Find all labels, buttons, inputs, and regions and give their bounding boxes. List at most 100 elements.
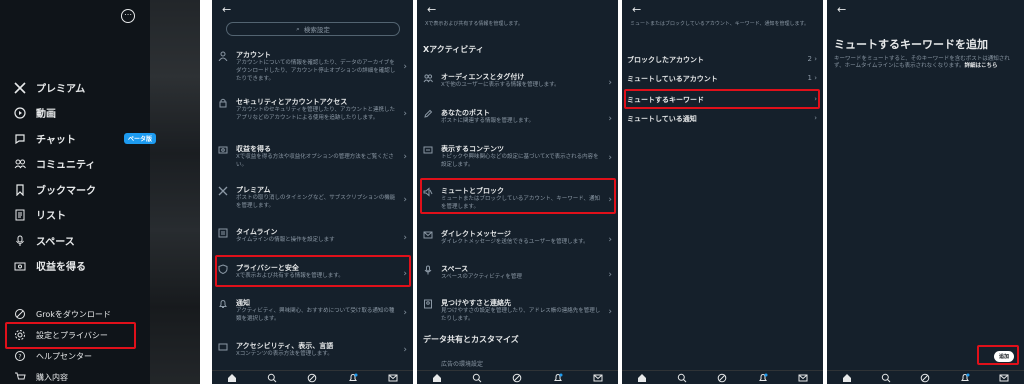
settings-item-security[interactable]: セキュリティとアカウントアクセス アカウントのセキュリティを管理したり、アカウン… — [212, 95, 413, 135]
back-arrow-icon[interactable]: ← — [632, 3, 641, 16]
item-desc: トピックや興味関心などの設定に基づいてXで表示される内容を設定します。 — [441, 154, 599, 168]
blurred-background — [150, 0, 200, 384]
privacy-item-spaces[interactable]: スペース スペースのアクティビティを管理 › — [417, 262, 618, 288]
row-muted-accounts[interactable]: ミュートしているアカウント 1 › — [627, 74, 817, 84]
settings-item-notifications[interactable]: 通知 アクティビティ、興味関心、おすすめについて受け取る通知の種類を選択します。… — [212, 296, 413, 330]
grok-icon[interactable] — [717, 373, 727, 383]
nav-item-lists[interactable]: リスト — [14, 207, 66, 222]
home-icon[interactable] — [227, 373, 237, 383]
settings-item-monetization[interactable]: 収益を得る Xで収益を得る方法や収益化オプションの管理方法をご覧ください。 › — [212, 142, 413, 172]
back-arrow-icon[interactable]: ← — [427, 3, 436, 16]
home-icon[interactable] — [432, 373, 442, 383]
nav-item-community[interactable]: コミュニティ — [14, 156, 95, 171]
nav-label: コミュニティ — [36, 160, 96, 171]
search-placeholder: 検索設定 — [303, 26, 330, 34]
cart-icon — [14, 371, 26, 383]
bell-icon — [218, 299, 228, 309]
grok-icon[interactable] — [920, 373, 930, 383]
bottom-tab-bar — [622, 370, 823, 384]
nav-label: ヘルプセンター — [36, 351, 92, 361]
settings-item-account[interactable]: アカウント アカウントについての情報を確認したり、データのアーカイブをダウンロー… — [212, 48, 413, 88]
more-options-icon[interactable]: ⋯ — [121, 9, 135, 23]
row-blocked-accounts[interactable]: ブロックしたアカウント 2 › — [627, 55, 817, 65]
notifications-icon[interactable] — [348, 373, 358, 383]
nav-item-monetization[interactable]: 収益を得る — [14, 258, 86, 273]
search-icon[interactable] — [677, 373, 687, 383]
nav-item-premium[interactable]: プレミアム — [14, 80, 85, 95]
item-desc: ポストに関連する情報を管理します。 — [441, 118, 534, 124]
learn-more-link[interactable]: 詳細はこちら — [965, 63, 998, 69]
privacy-item-audience-tagging[interactable]: オーディエンスとタグ付け Xで他のユーザーに表示する情報を管理します。 › — [417, 70, 618, 96]
item-desc: タイムラインの情報と操作を設定します — [236, 237, 335, 243]
nav-item-help[interactable]: ? ヘルプセンター — [14, 350, 92, 362]
panel-description: ミュートまたはブロックしているアカウント、キーワード、通知を管理します。 — [630, 21, 810, 27]
nav-label: 購入内容 — [36, 372, 68, 382]
messages-icon[interactable] — [999, 373, 1009, 383]
accessibility-icon — [218, 342, 228, 352]
privacy-item-direct-messages[interactable]: ダイレクトメッセージ ダイレクトメッセージを送信できるユーザーを管理します。 › — [417, 227, 618, 253]
chevron-right-icon: › — [403, 109, 407, 119]
pencil-icon — [423, 109, 433, 119]
item-desc: Xで収益を得る方法や収益化オプションの管理方法をご覧ください。 — [236, 154, 394, 168]
row-label: ミュートしているアカウント — [627, 75, 718, 83]
people-icon — [14, 158, 26, 170]
grok-icon[interactable] — [307, 373, 317, 383]
svg-text:?: ? — [18, 354, 21, 361]
page-title: ミュートするキーワードを追加 — [834, 38, 988, 51]
notifications-icon[interactable] — [960, 373, 970, 383]
microphone-icon — [14, 235, 26, 247]
settings-search-input[interactable]: ⌕ 検索設定 — [226, 22, 400, 36]
back-arrow-icon[interactable]: ← — [222, 3, 231, 16]
home-icon[interactable] — [842, 373, 852, 383]
list-icon — [14, 209, 26, 221]
help-icon: ? — [14, 350, 26, 362]
search-icon[interactable] — [472, 373, 482, 383]
section-heading: データ共有とカスタマイズ — [423, 335, 519, 344]
nav-item-grok-download[interactable]: Grokをダウンロード — [14, 308, 111, 320]
privacy-item-content[interactable]: 表示するコンテンツ トピックや興味関心などの設定に基づいてXで表示される内容を設… — [417, 142, 618, 174]
side-menu-panel: ⋯ プレミアム 動画 チャット ベータ版 コミュニティ ブックマーク リスト ス… — [0, 0, 200, 384]
microphone-icon — [423, 265, 433, 275]
item-desc: アカウントについての情報を確認したり、データのアーカイブをダウンロードしたり、ア… — [236, 60, 396, 82]
privacy-item-your-posts[interactable]: あなたのポスト ポストに関連する情報を管理します。 › — [417, 106, 618, 132]
settings-item-accessibility[interactable]: アクセシビリティ、表示、言語 Xコンテンツの表示方法を管理します。 › — [212, 339, 413, 363]
messages-icon[interactable] — [388, 373, 398, 383]
person-icon — [218, 51, 228, 61]
row-muted-notifications[interactable]: ミュートしている通知 › — [627, 114, 817, 124]
nav-label: 収益を得る — [36, 262, 86, 273]
messages-icon[interactable] — [798, 373, 808, 383]
money-icon — [14, 260, 26, 272]
nav-item-bookmarks[interactable]: ブックマーク — [14, 182, 96, 197]
notifications-icon[interactable] — [553, 373, 563, 383]
search-icon[interactable] — [267, 373, 277, 383]
item-desc: スペースのアクティビティを管理 — [441, 274, 522, 280]
grok-icon[interactable] — [512, 373, 522, 383]
home-icon[interactable] — [637, 373, 647, 383]
privacy-item-ads-preferences[interactable]: 広告の環境設定 — [441, 359, 483, 368]
chevron-right-icon: › — [608, 153, 612, 163]
settings-item-premium[interactable]: プレミアム ポストの取り消しのタイミングなど、サブスクリプションの機能を管理しま… — [212, 183, 413, 217]
bottom-tab-bar — [827, 370, 1024, 384]
settings-item-timeline[interactable]: タイムライン タイムラインの情報と操作を設定します › — [212, 225, 413, 251]
back-arrow-icon[interactable]: ← — [837, 3, 846, 16]
chevron-right-icon: › — [608, 235, 612, 245]
nav-item-spaces[interactable]: スペース — [14, 233, 75, 248]
notifications-icon[interactable] — [758, 373, 768, 383]
highlight-muted-keywords — [624, 89, 820, 109]
chevron-right-icon: › — [403, 233, 407, 243]
privacy-item-discoverability[interactable]: 見つけやすさと連絡先 見つけやすさの設定を管理したり、アドレス帳の連絡先を管理し… — [417, 296, 618, 328]
chevron-right-icon: › — [403, 152, 407, 162]
nav-label: Grokをダウンロード — [36, 309, 111, 319]
grok-icon — [14, 308, 26, 320]
nav-item-video[interactable]: 動画 — [14, 105, 56, 120]
panel-description: Xで表示および共有する情報を管理します。 — [425, 21, 523, 27]
messages-icon[interactable] — [593, 373, 603, 383]
nav-item-chat[interactable]: チャット ベータ版 — [14, 131, 157, 146]
beta-badge: ベータ版 — [124, 133, 157, 144]
x-logo-icon — [218, 186, 228, 196]
settings-panel: ← ⌕ 検索設定 アカウント アカウントについての情報を確認したり、データのアー… — [212, 0, 413, 384]
play-circle-icon — [14, 106, 26, 119]
contacts-icon — [423, 299, 433, 309]
nav-item-purchases[interactable]: 購入内容 — [14, 371, 68, 383]
search-icon[interactable] — [881, 373, 891, 383]
